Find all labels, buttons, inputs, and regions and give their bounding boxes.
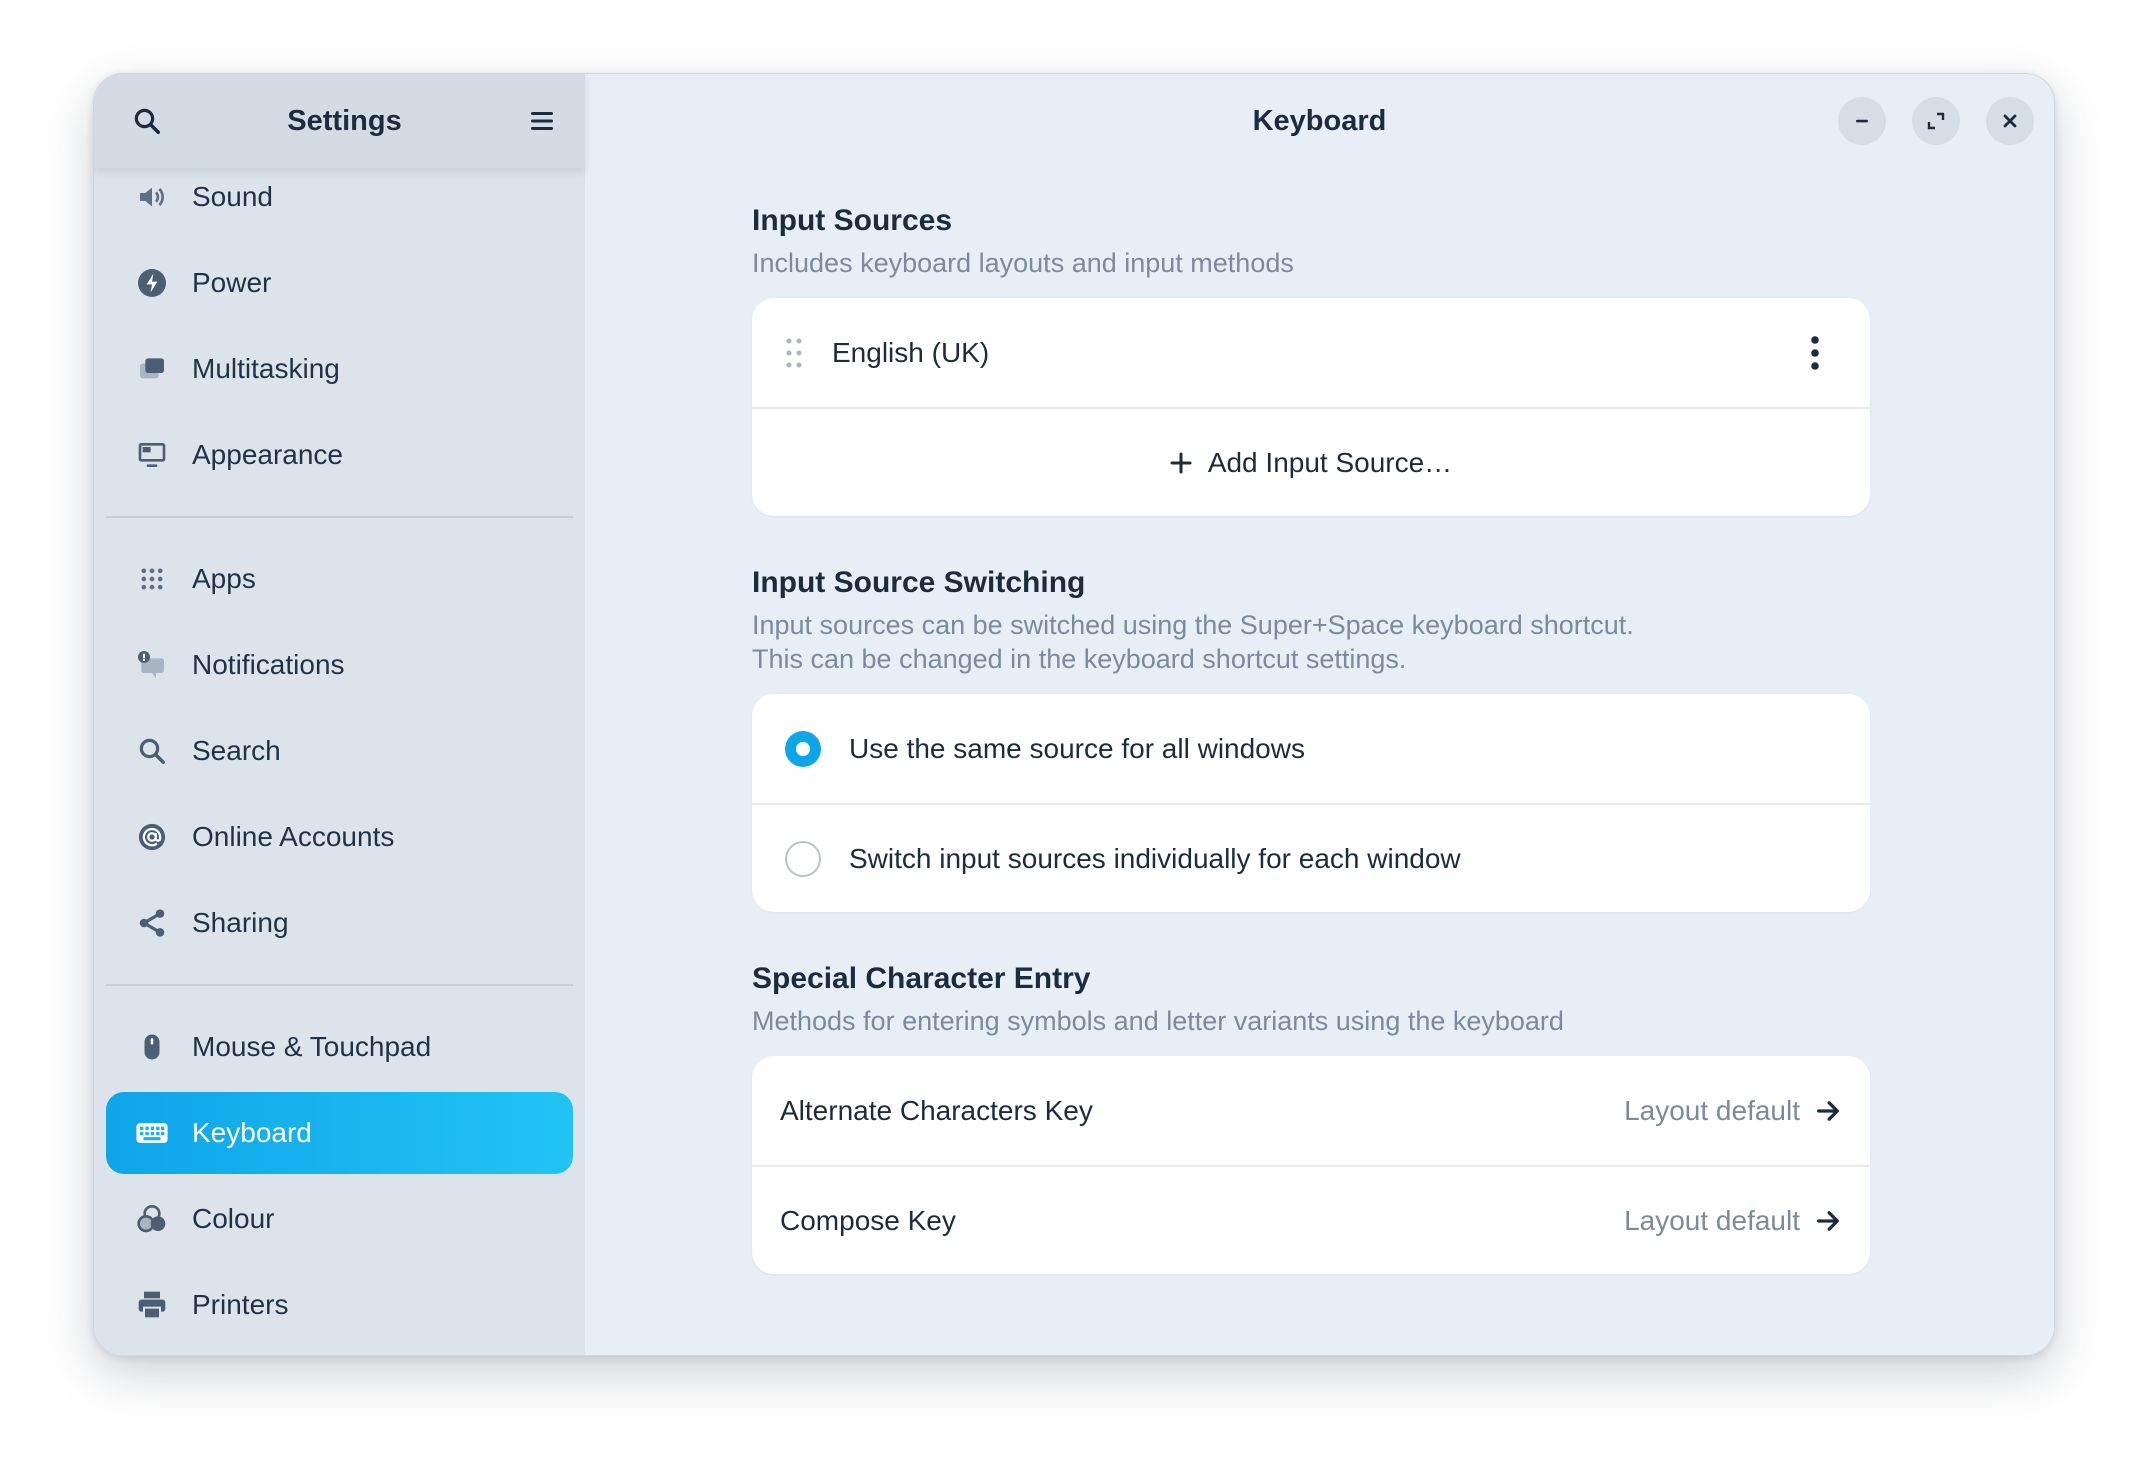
sidebar-item-label: Mouse & Touchpad	[192, 1031, 432, 1062]
sidebar-item-notifications[interactable]: Notifications	[106, 624, 573, 706]
search-icon	[134, 108, 160, 134]
arrow-right-icon	[1817, 1100, 1839, 1121]
power-bolt-icon	[134, 265, 170, 301]
input-sources-card: English (UK) Add Input Source…	[752, 298, 1870, 516]
option-label: Use the same source for all windows	[849, 732, 1305, 764]
window-controls	[1838, 97, 2034, 145]
main-panel: Keyboard Input Sources Includes keyboard…	[585, 74, 2054, 1355]
monitor-icon	[134, 437, 170, 473]
search-icon	[134, 733, 170, 769]
sidebar-item-label: Sharing	[192, 907, 289, 938]
sidebar-item-label: Apps	[192, 563, 256, 594]
sidebar-item-label: Multitasking	[192, 353, 340, 384]
search-button[interactable]	[124, 98, 170, 144]
sidebar-item-label: Online Accounts	[192, 821, 395, 852]
input-source-label: English (UK)	[832, 336, 990, 368]
main-menu-button[interactable]	[519, 98, 565, 144]
minimize-icon	[1856, 119, 1868, 123]
special-card: Alternate Characters Key Layout default …	[752, 1056, 1870, 1274]
multitasking-icon	[134, 351, 170, 387]
radio-same-source[interactable]	[785, 730, 821, 767]
sidebar-item-appearance[interactable]: Appearance	[106, 414, 573, 496]
sidebar-item-power[interactable]: Power	[106, 242, 573, 324]
sidebar-item-label: Printers	[192, 1289, 289, 1320]
hamburger-menu-icon	[531, 112, 553, 130]
row-label: Compose Key	[780, 1204, 956, 1236]
at-sign-icon	[134, 819, 170, 855]
sidebar-item-mouse-touchpad[interactable]: Mouse & Touchpad	[106, 1006, 573, 1088]
section-subtitle: Methods for entering symbols and letter …	[752, 1006, 1564, 1036]
sidebar-item-label: Sound	[192, 181, 273, 212]
sidebar-item-online-accounts[interactable]: Online Accounts	[106, 796, 573, 878]
notification-icon	[134, 647, 170, 683]
sidebar-item-label: Keyboard	[192, 1117, 312, 1148]
share-icon	[134, 905, 170, 941]
sidebar-item-label: Search	[192, 735, 281, 766]
maximize-button[interactable]	[1912, 97, 1960, 145]
add-input-source-button[interactable]: Add Input Source…	[752, 407, 1870, 516]
sidebar-list: Sound Power Multitasking Appearance Apps	[94, 156, 585, 1346]
section-subtitle: Includes keyboard layouts and input meth…	[752, 248, 1294, 278]
sidebar-item-colour[interactable]: Colour	[106, 1178, 573, 1260]
page-title: Keyboard	[1252, 104, 1387, 137]
sidebar-item-sound[interactable]: Sound	[106, 156, 573, 238]
sidebar-item-printers[interactable]: Printers	[106, 1264, 573, 1346]
sidebar: Settings Sound Power Multitasking Appear…	[94, 74, 585, 1355]
sidebar-item-sharing[interactable]: Sharing	[106, 882, 573, 964]
radio-individual-source[interactable]	[785, 840, 821, 877]
sidebar-item-keyboard[interactable]: Keyboard	[106, 1092, 573, 1174]
mouse-icon	[134, 1029, 170, 1065]
close-button[interactable]	[1986, 97, 2034, 145]
printer-icon	[134, 1287, 170, 1323]
option-individual-source[interactable]: Switch input sources individually for ea…	[752, 803, 1870, 912]
section-title-input-sources: Input Sources	[752, 204, 953, 237]
option-label: Switch input sources individually for ea…	[849, 842, 1461, 874]
more-options-button[interactable]	[1810, 335, 1820, 371]
sidebar-item-search[interactable]: Search	[106, 710, 573, 792]
section-title-switching: Input Source Switching	[752, 566, 1086, 599]
sidebar-item-apps[interactable]: Apps	[106, 538, 573, 620]
content: Input Sources Includes keyboard layouts …	[752, 168, 1870, 1274]
close-icon	[2003, 114, 2017, 128]
speaker-icon	[134, 179, 170, 215]
sidebar-title: Settings	[287, 104, 402, 137]
arrow-right-icon	[1817, 1210, 1839, 1231]
alternate-characters-key-row[interactable]: Alternate Characters Key Layout default	[752, 1056, 1870, 1165]
plus-icon	[1170, 452, 1192, 473]
row-value: Layout default	[1624, 1094, 1800, 1126]
keyboard-icon	[134, 1115, 170, 1151]
apps-grid-icon	[134, 561, 170, 597]
row-label: Alternate Characters Key	[780, 1094, 1093, 1126]
minimize-button[interactable]	[1838, 97, 1886, 145]
sidebar-item-label: Power	[192, 267, 272, 298]
compose-key-row[interactable]: Compose Key Layout default	[752, 1165, 1870, 1274]
drag-handle-icon[interactable]	[784, 336, 804, 370]
switching-card: Use the same source for all windows Swit…	[752, 694, 1870, 912]
sidebar-item-multitasking[interactable]: Multitasking	[106, 328, 573, 410]
input-source-row[interactable]: English (UK)	[752, 298, 1870, 407]
section-subtitle: This can be changed in the keyboard shor…	[752, 644, 1407, 674]
row-value: Layout default	[1624, 1204, 1800, 1236]
add-input-source-label: Add Input Source…	[1207, 446, 1453, 478]
maximize-icon	[1927, 112, 1945, 130]
sidebar-header: Settings	[94, 74, 585, 168]
sidebar-separator	[106, 984, 573, 986]
settings-window: Settings Sound Power Multitasking Appear…	[93, 73, 2055, 1356]
sidebar-item-label: Appearance	[192, 439, 344, 470]
section-subtitle: Input sources can be switched using the …	[752, 610, 1634, 640]
sidebar-separator	[106, 516, 573, 518]
sidebar-item-label: Colour	[192, 1203, 275, 1234]
main-header: Keyboard	[585, 74, 2054, 168]
more-vertical-icon	[1811, 335, 1819, 370]
option-same-source[interactable]: Use the same source for all windows	[752, 694, 1870, 803]
colour-icon	[134, 1201, 170, 1237]
sidebar-item-label: Notifications	[192, 649, 345, 680]
section-title-special: Special Character Entry	[752, 962, 1091, 995]
